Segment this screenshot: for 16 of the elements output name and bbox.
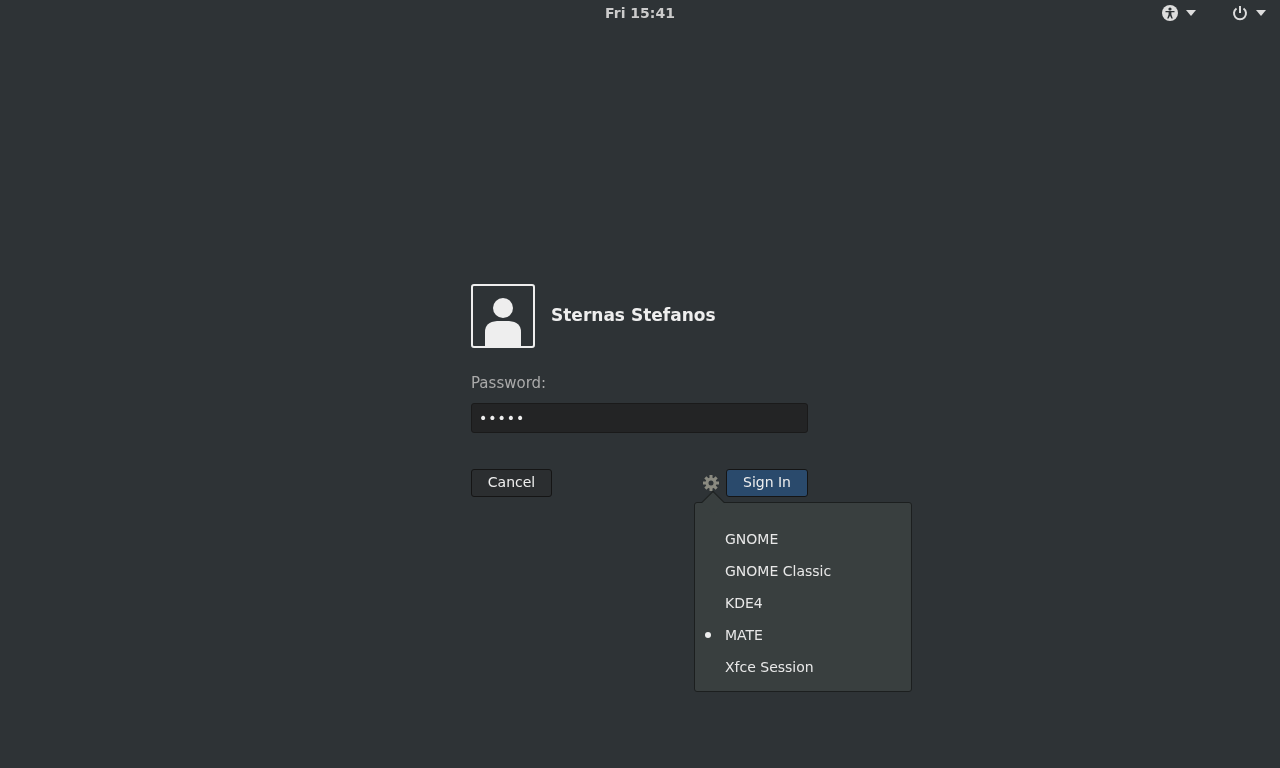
caret-icon	[1186, 10, 1196, 16]
cancel-button[interactable]: Cancel	[471, 468, 552, 497]
clock[interactable]: Fri 15:41	[605, 2, 675, 24]
password-field[interactable]: •••••	[471, 402, 808, 433]
power-icon	[1232, 5, 1248, 21]
session-item[interactable]: GNOME Classic	[695, 555, 911, 587]
user-name: Sternas Stefanos	[551, 304, 716, 328]
accessibility-icon	[1162, 5, 1178, 21]
caret-icon	[1256, 10, 1266, 16]
session-item[interactable]: KDE4	[695, 587, 911, 619]
session-item[interactable]: GNOME	[695, 523, 911, 555]
sign-in-button[interactable]: Sign In	[726, 468, 808, 497]
session-item[interactable]: Xfce Session	[695, 651, 911, 683]
password-label: Password:	[471, 373, 548, 394]
settings-icon[interactable]	[702, 473, 720, 492]
session-item[interactable]: MATE	[695, 619, 911, 651]
